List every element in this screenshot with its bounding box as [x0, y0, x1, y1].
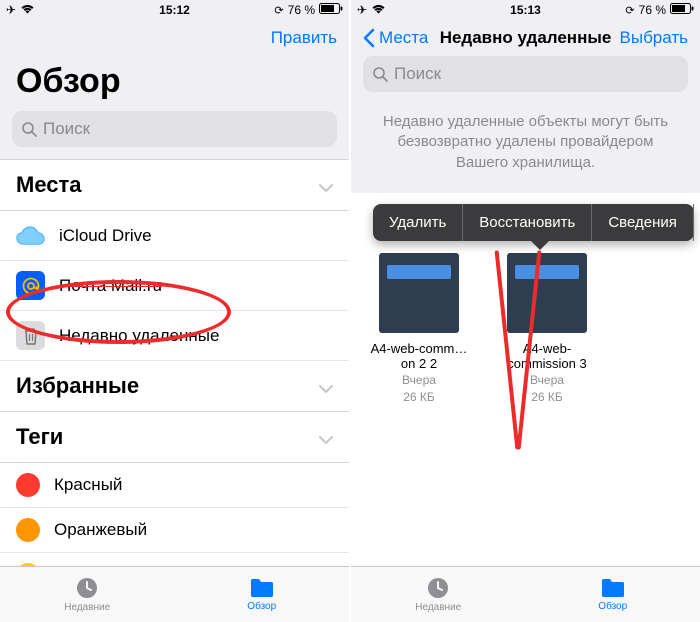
file-size: 26 КБ [369, 390, 469, 406]
row-icloud-drive[interactable]: iCloud Drive [0, 211, 349, 261]
search-placeholder: Поиск [394, 64, 441, 84]
battery-icon [319, 3, 343, 17]
tab-label: Обзор [598, 601, 627, 612]
tab-bar: Недавние Обзор [0, 566, 349, 622]
file-size: 26 КБ [497, 390, 597, 406]
wifi-icon [371, 3, 386, 17]
file-date: Вчера [369, 373, 469, 389]
status-time: 15:12 [159, 3, 190, 17]
chevron-down-icon [319, 373, 333, 399]
status-time: 15:13 [510, 3, 541, 17]
airplane-icon: ✈︎ [6, 3, 16, 17]
file-thumb-icon [379, 253, 459, 333]
battery-icon [670, 3, 694, 17]
row-recently-deleted[interactable]: Недавно удаленные [0, 311, 349, 361]
search-input[interactable]: Поиск [363, 56, 688, 92]
trash-icon [16, 321, 45, 350]
tag-dot-icon [16, 518, 40, 542]
edit-button[interactable]: Править [271, 28, 337, 48]
icloud-icon [16, 221, 45, 250]
file-name: A4-web-commission 3 [497, 341, 597, 371]
search-icon [22, 122, 37, 137]
nav-bar: Править [0, 20, 349, 52]
section-places[interactable]: Места [0, 159, 349, 211]
wifi-icon [20, 3, 35, 17]
row-label: Почта Mail.ru [59, 276, 162, 296]
status-left: ✈︎ [6, 3, 35, 17]
rotation-lock-icon: ⟳ [625, 4, 634, 17]
rotation-lock-icon: ⟳ [274, 4, 283, 17]
tab-browse[interactable]: Обзор [175, 567, 350, 622]
row-label: iCloud Drive [59, 226, 152, 246]
mailru-icon [16, 271, 45, 300]
file-grid: A4-web-comm…on 2 2 Вчера 26 КБ A4-web-co… [351, 193, 700, 622]
back-label: Места [379, 28, 428, 48]
search-input[interactable]: Поиск [12, 111, 337, 147]
nav-bar: Места Недавно удаленные Выбрать [351, 20, 700, 52]
tag-row-red[interactable]: Красный [0, 463, 349, 508]
airplane-icon: ✈︎ [357, 3, 367, 17]
context-menu: Удалить Восстановить Сведения [373, 204, 694, 241]
tab-recent[interactable]: Недавние [0, 567, 175, 622]
tab-bar: Недавние Обзор [351, 566, 700, 622]
clock-icon [75, 576, 99, 600]
chevron-down-icon [319, 424, 333, 450]
tab-label: Недавние [415, 602, 461, 613]
section-tags[interactable]: Теги [0, 412, 349, 463]
search-placeholder: Поиск [43, 119, 90, 139]
phone-right-deleted: ✈︎ 15:13 ⟳ 76 % Места Недавно удаленные … [351, 0, 700, 622]
select-button[interactable]: Выбрать [620, 28, 688, 48]
menu-restore[interactable]: Восстановить [463, 204, 592, 241]
tag-dot-icon [16, 473, 40, 497]
folder-icon [249, 577, 275, 599]
tag-row-orange[interactable]: Оранжевый [0, 508, 349, 553]
menu-delete[interactable]: Удалить [373, 204, 463, 241]
deletion-notice: Недавно удаленные объекты могут быть без… [351, 104, 700, 193]
chevron-down-icon [319, 172, 333, 198]
tab-label: Недавние [64, 602, 110, 613]
status-left: ✈︎ [357, 3, 386, 17]
status-right: ⟳ 76 % [274, 3, 343, 17]
row-label: Красный [54, 475, 122, 495]
row-label: Недавно удаленные [59, 326, 219, 346]
status-bar: ✈︎ 15:13 ⟳ 76 % [351, 0, 700, 20]
battery-percent: 76 % [288, 3, 315, 17]
file-name: A4-web-comm…on 2 2 [369, 341, 469, 371]
back-button[interactable]: Места [363, 28, 428, 48]
section-label: Места [16, 172, 82, 198]
status-bar: ✈︎ 15:12 ⟳ 76 % [0, 0, 349, 20]
section-label: Избранные [16, 373, 139, 399]
clock-icon [426, 576, 450, 600]
menu-details[interactable]: Сведения [592, 204, 694, 241]
page-title: Обзор [0, 52, 349, 107]
nav-title: Недавно удаленные [440, 28, 612, 48]
phone-left-browse: ✈︎ 15:12 ⟳ 76 % Править Обзор Поиск Мест… [0, 0, 349, 622]
tab-recent[interactable]: Недавние [351, 567, 526, 622]
section-favorites[interactable]: Избранные [0, 361, 349, 412]
tooltip-arrow-icon [531, 241, 549, 250]
folder-icon [600, 577, 626, 599]
file-date: Вчера [497, 373, 597, 389]
row-label: Оранжевый [54, 520, 147, 540]
tab-label: Обзор [247, 601, 276, 612]
chevron-left-icon [363, 28, 375, 48]
search-icon [373, 67, 388, 82]
row-mailru[interactable]: Почта Mail.ru [0, 261, 349, 311]
status-right: ⟳ 76 % [625, 3, 694, 17]
list-container: Места iCloud Drive Почта Mail.ru Недавно… [0, 159, 349, 622]
tab-browse[interactable]: Обзор [526, 567, 700, 622]
section-label: Теги [16, 424, 63, 450]
file-thumb-icon [507, 253, 587, 333]
battery-percent: 76 % [639, 3, 666, 17]
